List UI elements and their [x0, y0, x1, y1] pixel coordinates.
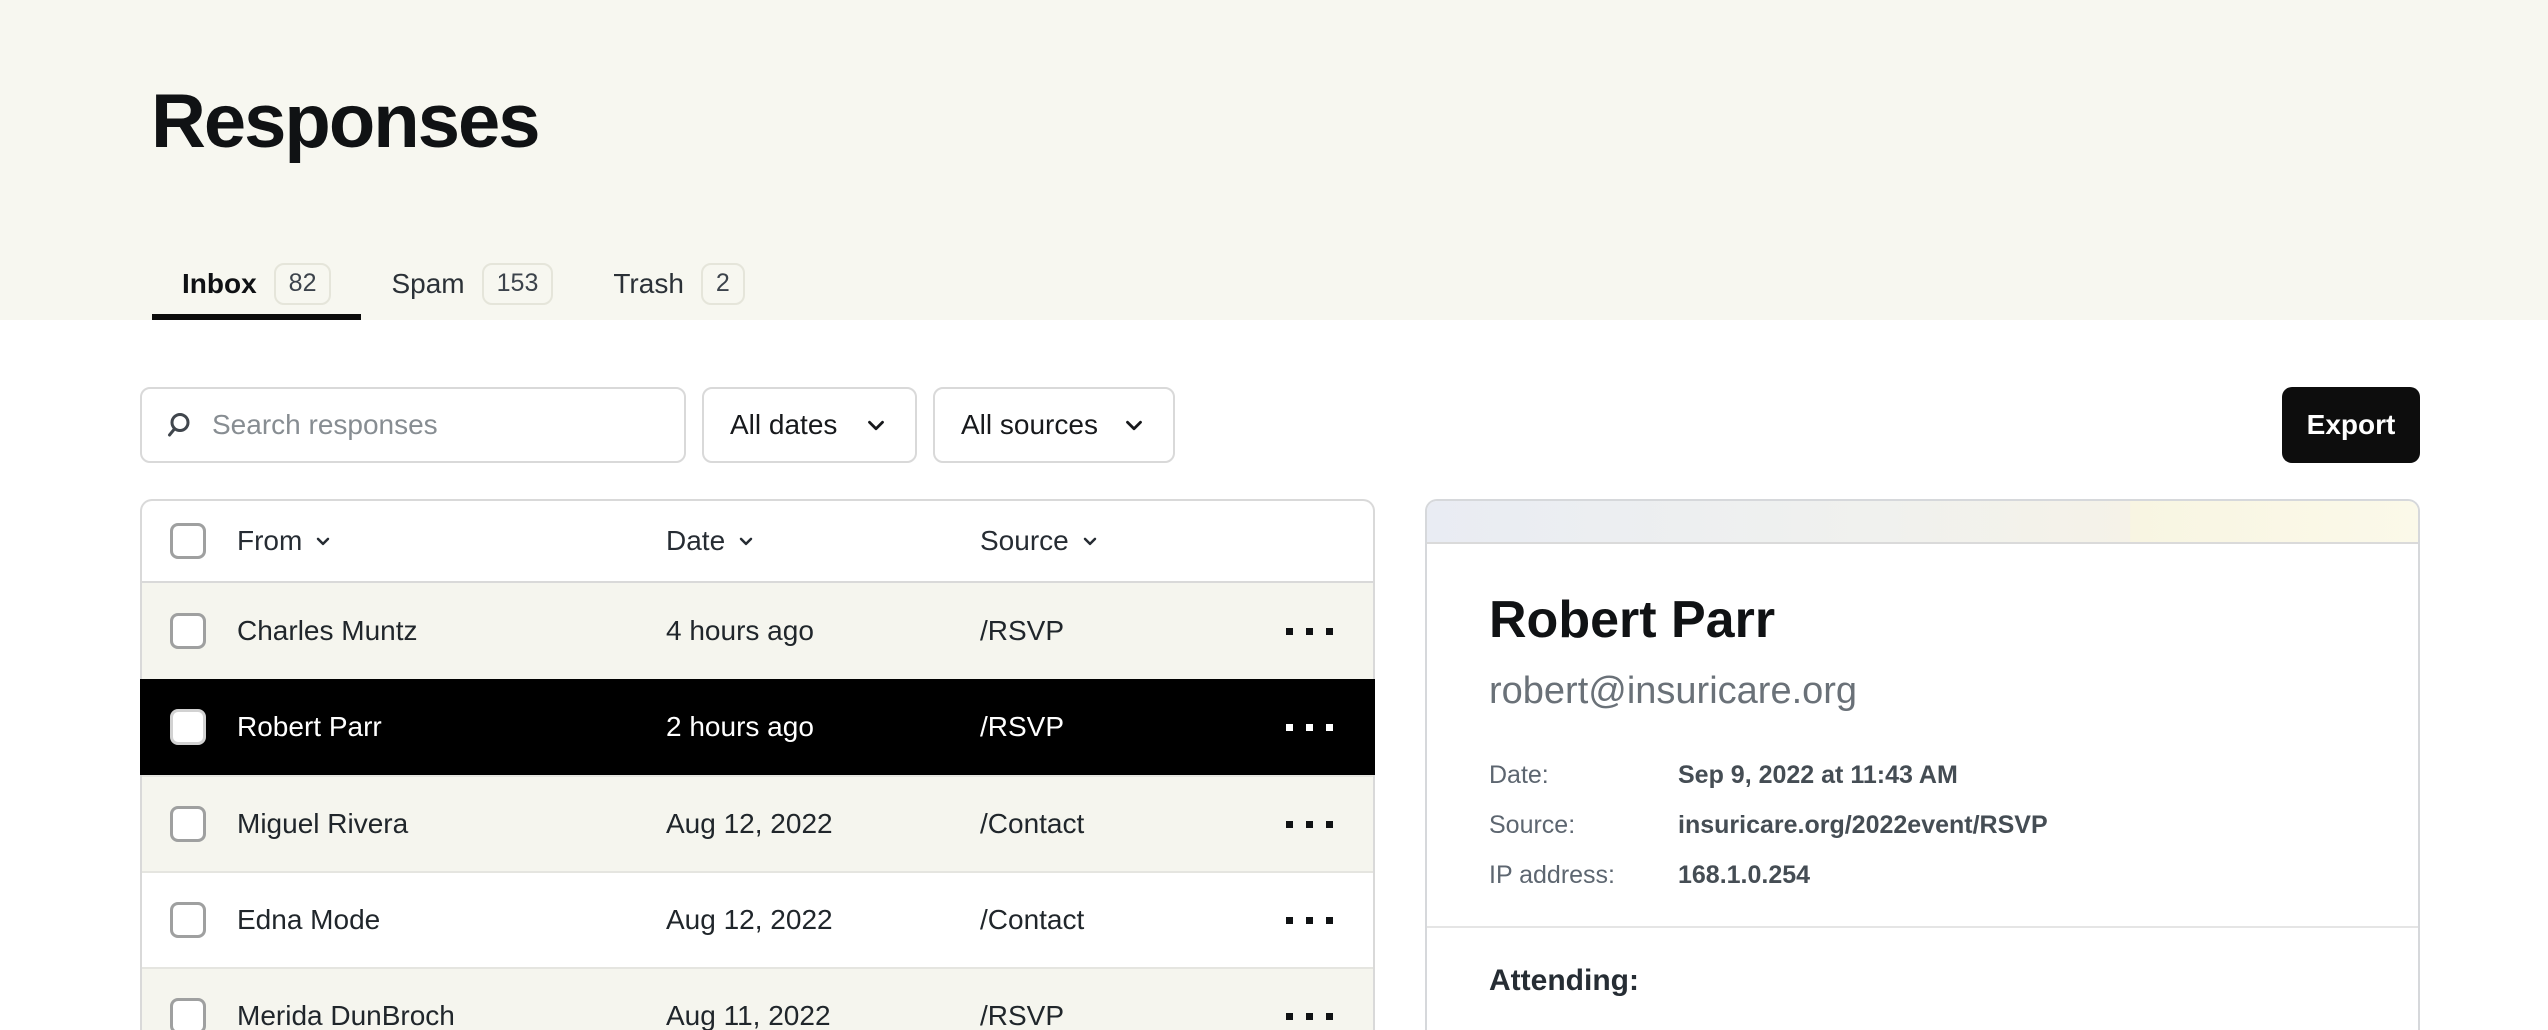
row-checkbox[interactable] [170, 613, 206, 649]
row-from: Robert Parr [237, 711, 666, 743]
row-date: Aug 11, 2022 [666, 1000, 980, 1030]
responses-table: From Date Source Charles Muntz [140, 499, 1375, 1030]
date-filter-label: All dates [730, 409, 837, 441]
select-all-checkbox[interactable] [170, 523, 206, 559]
ellipsis-icon [1286, 628, 1293, 635]
tab-spam[interactable]: Spam 153 [361, 254, 583, 320]
header-band: Responses Inbox 82 Spam 153 Trash 2 [0, 0, 2548, 320]
ellipsis-icon [1306, 821, 1313, 828]
search-input[interactable] [212, 409, 662, 441]
chevron-down-icon [863, 412, 889, 438]
source-filter-label: All sources [961, 409, 1098, 441]
tab-count-badge: 153 [482, 263, 554, 304]
meta-value: insuricare.org/2022event/RSVP [1678, 811, 2048, 840]
table-row[interactable]: Robert Parr 2 hours ago /RSVP [140, 679, 1375, 775]
toolbar: All dates All sources Export [140, 387, 2420, 463]
sort-source-header[interactable]: Source [980, 525, 1211, 557]
row-source: /RSVP [980, 1000, 1211, 1030]
chevron-down-icon [736, 531, 756, 551]
row-from: Edna Mode [237, 904, 666, 936]
tab-label: Spam [391, 268, 464, 300]
row-date: Aug 12, 2022 [666, 808, 980, 840]
chevron-down-icon [313, 531, 333, 551]
row-checkbox[interactable] [170, 709, 206, 745]
ellipsis-icon [1286, 724, 1293, 731]
source-filter-dropdown[interactable]: All sources [933, 387, 1175, 463]
tab-label: Trash [613, 268, 684, 300]
row-source: /RSVP [980, 711, 1211, 743]
row-from: Miguel Rivera [237, 808, 666, 840]
row-actions-button[interactable] [1284, 1007, 1335, 1026]
respondent-name: Robert Parr [1489, 590, 2356, 650]
search-icon [164, 410, 194, 440]
row-from: Merida DunBroch [237, 1000, 666, 1030]
detail-meta-list: Date: Sep 9, 2022 at 11:43 AM Source: in… [1489, 761, 2356, 890]
ellipsis-icon [1286, 1013, 1293, 1020]
row-actions-button[interactable] [1284, 815, 1335, 834]
meta-value: 168.1.0.254 [1678, 861, 1810, 890]
ellipsis-icon [1286, 821, 1293, 828]
tab-trash[interactable]: Trash 2 [583, 254, 774, 320]
ellipsis-icon [1326, 724, 1333, 731]
meta-value: Sep 9, 2022 at 11:43 AM [1678, 761, 1958, 790]
row-source: /Contact [980, 904, 1211, 936]
sort-from-header[interactable]: From [237, 525, 666, 557]
row-actions-button[interactable] [1284, 718, 1335, 737]
search-box[interactable] [140, 387, 686, 463]
ellipsis-icon [1306, 1013, 1313, 1020]
table-row[interactable]: Merida DunBroch Aug 11, 2022 /RSVP [142, 967, 1373, 1030]
ellipsis-icon [1326, 1013, 1333, 1020]
meta-label: IP address: [1489, 861, 1678, 890]
chevron-down-icon [1121, 412, 1147, 438]
tab-count-badge: 82 [274, 263, 332, 304]
date-header-label: Date [666, 525, 725, 557]
ellipsis-icon [1306, 628, 1313, 635]
row-from: Charles Muntz [237, 615, 666, 647]
table-body: Charles Muntz 4 hours ago /RSVP Robert P… [142, 583, 1373, 1030]
ellipsis-icon [1306, 917, 1313, 924]
row-actions-button[interactable] [1284, 622, 1335, 641]
response-detail-panel: Robert Parr robert@insuricare.org Date: … [1425, 499, 2420, 1030]
sort-date-header[interactable]: Date [666, 525, 980, 557]
chevron-down-icon [1080, 531, 1100, 551]
source-header-label: Source [980, 525, 1069, 557]
date-filter-dropdown[interactable]: All dates [702, 387, 917, 463]
row-date: 2 hours ago [666, 711, 980, 743]
tab-inbox[interactable]: Inbox 82 [152, 254, 361, 320]
row-checkbox[interactable] [170, 806, 206, 842]
detail-gradient-banner [1427, 501, 2418, 544]
page-title: Responses [151, 78, 539, 165]
meta-row: Date: Sep 9, 2022 at 11:43 AM [1489, 761, 2356, 790]
detail-divider [1427, 926, 2418, 928]
ellipsis-icon [1286, 917, 1293, 924]
tab-bar: Inbox 82 Spam 153 Trash 2 [152, 254, 775, 320]
table-header-row: From Date Source [142, 501, 1373, 583]
ellipsis-icon [1326, 917, 1333, 924]
respondent-email: robert@insuricare.org [1489, 670, 2356, 713]
tab-label: Inbox [182, 268, 257, 300]
detail-body: Robert Parr robert@insuricare.org Date: … [1427, 590, 2418, 998]
ellipsis-icon [1326, 821, 1333, 828]
meta-row: IP address: 168.1.0.254 [1489, 861, 2356, 890]
ellipsis-icon [1326, 628, 1333, 635]
from-header-label: From [237, 525, 302, 557]
row-date: Aug 12, 2022 [666, 904, 980, 936]
attending-heading: Attending: [1489, 964, 2356, 998]
export-button[interactable]: Export [2282, 387, 2420, 463]
meta-row: Source: insuricare.org/2022event/RSVP [1489, 811, 2356, 840]
meta-label: Date: [1489, 761, 1678, 790]
table-row[interactable]: Edna Mode Aug 12, 2022 /Contact [142, 871, 1373, 967]
table-row[interactable]: Charles Muntz 4 hours ago /RSVP [142, 583, 1373, 679]
row-checkbox[interactable] [170, 902, 206, 938]
row-source: /RSVP [980, 615, 1211, 647]
tab-count-badge: 2 [701, 263, 745, 304]
row-date: 4 hours ago [666, 615, 980, 647]
row-actions-button[interactable] [1284, 911, 1335, 930]
row-source: /Contact [980, 808, 1211, 840]
row-checkbox[interactable] [170, 998, 206, 1030]
ellipsis-icon [1306, 724, 1313, 731]
table-row[interactable]: Miguel Rivera Aug 12, 2022 /Contact [142, 775, 1373, 871]
meta-label: Source: [1489, 811, 1678, 840]
